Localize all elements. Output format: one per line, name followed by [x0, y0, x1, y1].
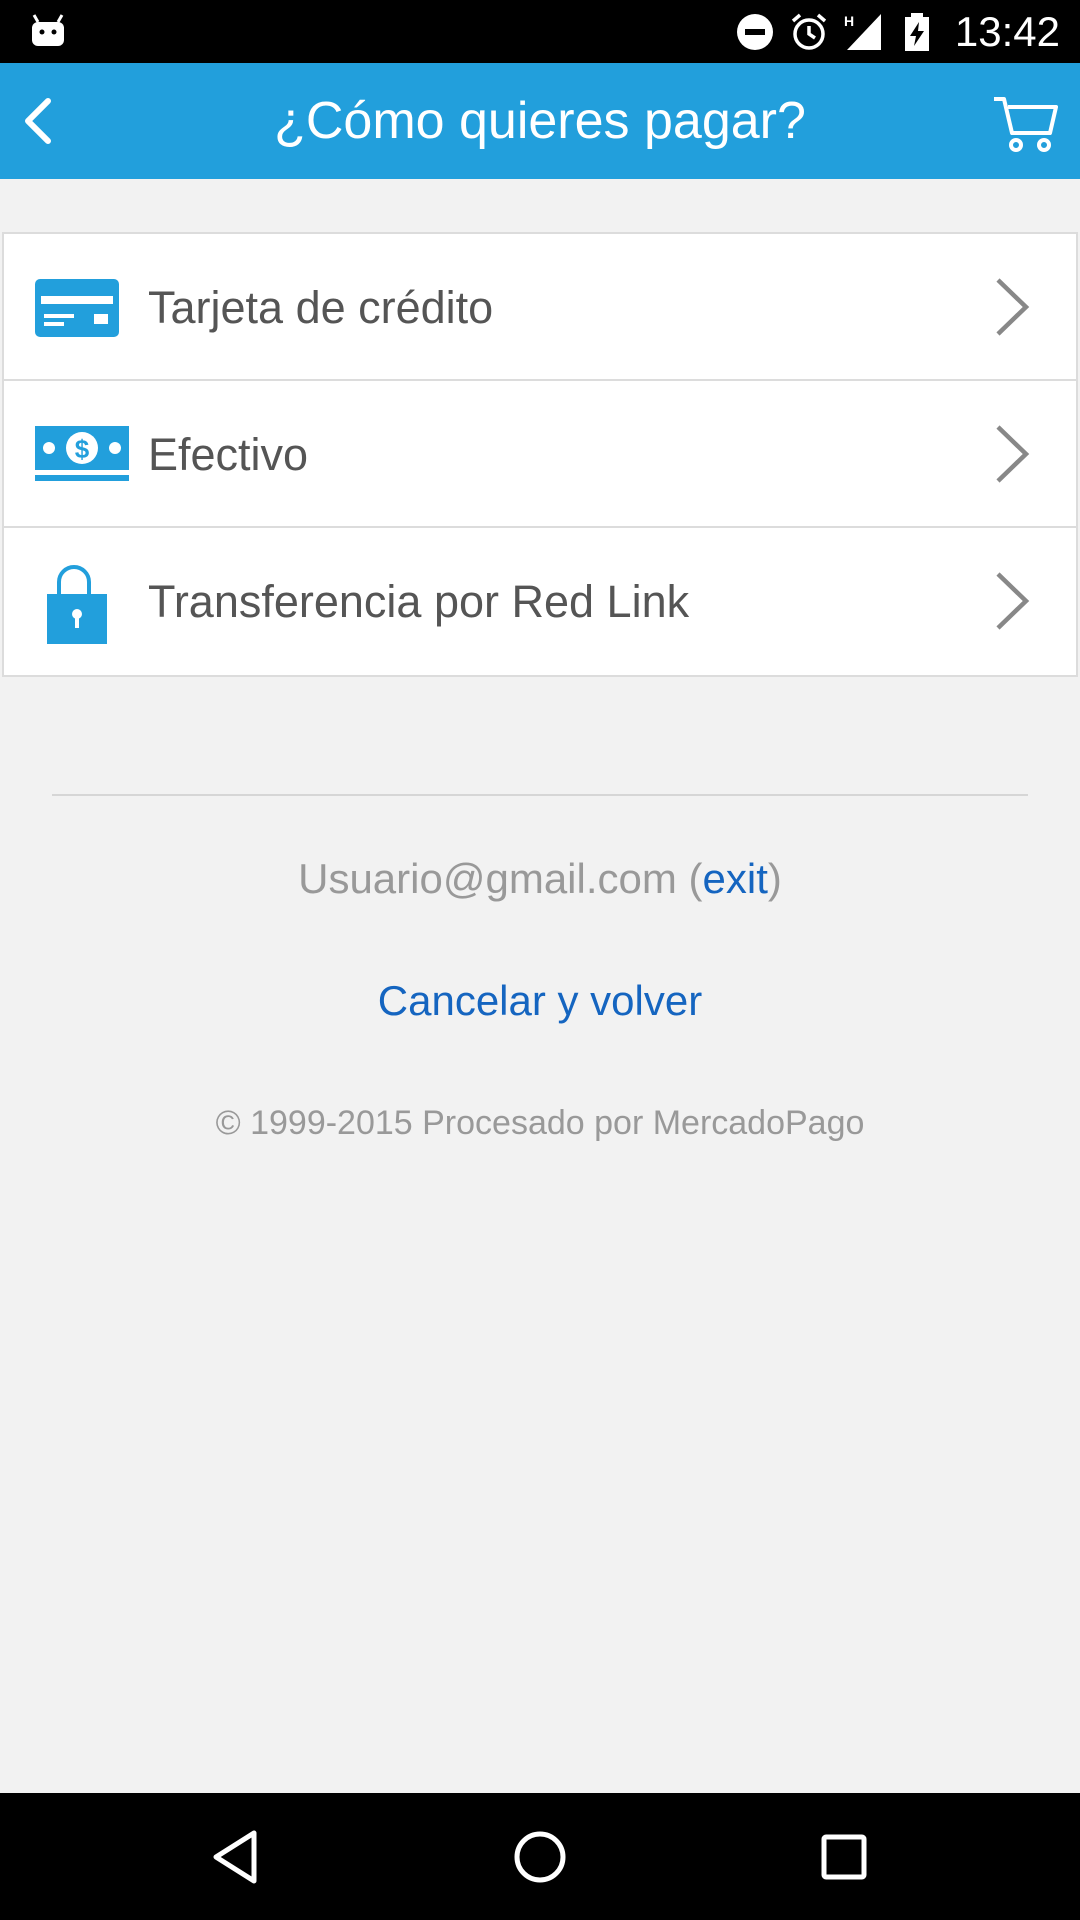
payment-method-label: Transferencia por Red Link [148, 576, 690, 627]
shopping-cart-icon[interactable] [992, 93, 1060, 155]
svg-text:$: $ [75, 434, 90, 464]
signal-icon: H [844, 13, 881, 50]
battery-charging-icon [904, 12, 929, 51]
status-time: 13:42 [954, 7, 1060, 55]
exit-link[interactable]: exit [703, 855, 768, 902]
cash-icon: $ [35, 426, 129, 481]
alarm-icon [791, 13, 827, 50]
payment-method-red-link[interactable]: Transferencia por Red Link [4, 528, 1076, 675]
divider [52, 794, 1028, 796]
paren-close: ) [767, 855, 782, 902]
home-circle-icon[interactable] [508, 1825, 572, 1889]
copyright-text: © 1999-2015 Procesado por MercadoPago [215, 1104, 865, 1142]
payment-method-cash[interactable]: $ Efectivo [4, 381, 1076, 528]
chevron-right-icon [996, 425, 1030, 483]
status-bar: H 13:42 [0, 0, 1080, 63]
payment-method-credit-card[interactable]: Tarjeta de crédito [4, 234, 1076, 381]
credit-card-icon [35, 279, 119, 337]
payment-method-label: Tarjeta de crédito [148, 282, 494, 333]
back-triangle-icon[interactable] [204, 1825, 268, 1889]
app-bar: ¿Cómo quieres pagar? [0, 63, 1080, 179]
cancel-and-return-link[interactable]: Cancelar y volver [0, 977, 1080, 1025]
payment-method-label: Efectivo [148, 429, 309, 480]
android-icon [32, 14, 64, 46]
system-nav-bar [0, 1793, 1080, 1920]
do-not-disturb-icon [736, 13, 773, 50]
user-account-line: Usuario@gmail.com (exit) [0, 855, 1080, 903]
user-email: Usuario@gmail.com [298, 855, 677, 902]
paren-open: ( [676, 855, 703, 902]
payment-methods-list: Tarjeta de crédito $ Efectivo Transferen… [2, 232, 1078, 677]
lock-icon [47, 565, 107, 644]
chevron-right-icon [996, 278, 1030, 336]
svg-text:H: H [844, 13, 854, 29]
chevron-right-icon [996, 572, 1030, 630]
recents-square-icon[interactable] [812, 1825, 876, 1889]
page-title: ¿Cómo quieres pagar? [274, 92, 806, 150]
